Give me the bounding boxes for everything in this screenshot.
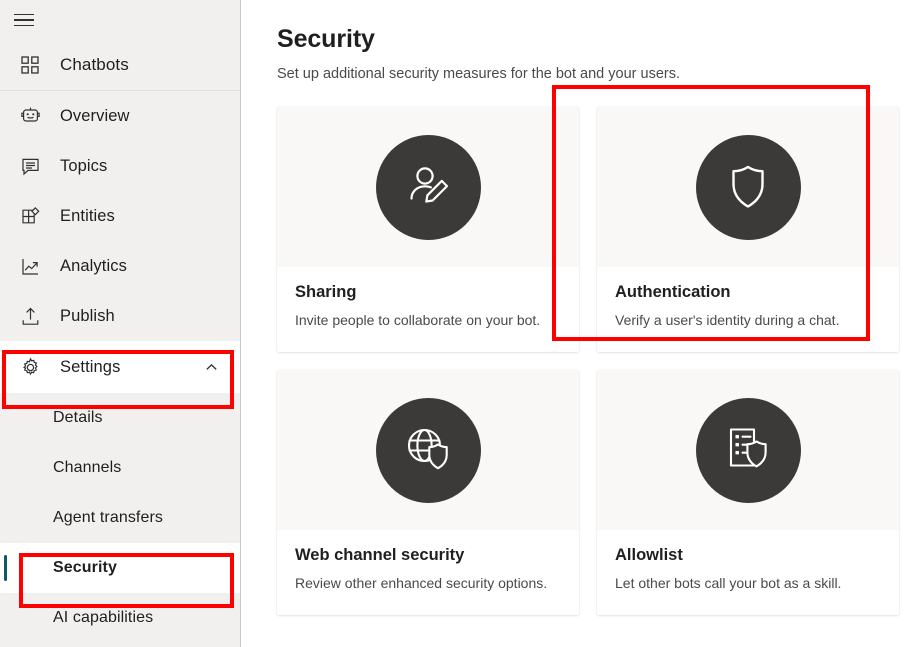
sidebar-item-settings[interactable]: Settings: [0, 341, 240, 393]
card-icon-circle: [696, 135, 801, 240]
app-window: Chatbots Overview: [0, 0, 911, 647]
menu-icon: [14, 10, 34, 31]
card-body: Sharing Invite people to collaborate on …: [277, 267, 579, 352]
card-icon-circle: [376, 135, 481, 240]
person-edit-icon: [400, 157, 456, 218]
sidebar-item-agent-transfers[interactable]: Agent transfers: [0, 493, 240, 543]
card-description: Let other bots call your bot as a skill.: [615, 573, 881, 593]
sidebar-item-ai-capabilities[interactable]: AI capabilities: [0, 593, 240, 643]
card-icon-circle: [696, 398, 801, 503]
sidebar-item-label: Analytics: [60, 257, 127, 276]
hamburger-menu-button[interactable]: [0, 0, 48, 40]
sidebar-item-overview[interactable]: Overview: [0, 91, 240, 141]
card-description: Verify a user's identity during a chat.: [615, 310, 881, 330]
card-allowlist[interactable]: Allowlist Let other bots call your bot a…: [597, 370, 899, 615]
publish-upload-icon: [16, 302, 44, 330]
page-title: Security: [277, 24, 911, 54]
bot-icon: [16, 102, 44, 130]
shield-icon: [721, 158, 775, 217]
sidebar-item-label: Publish: [60, 307, 115, 326]
card-title: Web channel security: [295, 544, 561, 566]
page-subtitle: Set up additional security measures for …: [277, 64, 911, 84]
sidebar: Chatbots Overview: [0, 0, 241, 647]
sidebar-item-details[interactable]: Details: [0, 393, 240, 443]
card-title: Authentication: [615, 281, 881, 303]
card-body: Web channel security Review other enhanc…: [277, 530, 579, 615]
card-web-channel-security[interactable]: Web channel security Review other enhanc…: [277, 370, 579, 615]
analytics-chart-icon: [16, 252, 44, 280]
card-title: Sharing: [295, 281, 561, 303]
card-body: Allowlist Let other bots call your bot a…: [597, 530, 899, 615]
chevron-up-icon[interactable]: [204, 360, 218, 374]
selection-indicator: [4, 555, 7, 581]
sidebar-item-entities[interactable]: Entities: [0, 191, 240, 241]
apps-grid-icon: [16, 51, 44, 79]
card-body: Authentication Verify a user's identity …: [597, 267, 899, 352]
sidebar-item-label: Chatbots: [60, 55, 129, 75]
list-shield-icon: [720, 420, 776, 481]
sidebar-subitem-label: Channels: [53, 459, 121, 477]
card-description: Review other enhanced security options.: [295, 573, 561, 593]
card-media: [597, 370, 899, 530]
sidebar-item-analytics[interactable]: Analytics: [0, 241, 240, 291]
sidebar-item-label: Settings: [60, 358, 120, 377]
gear-icon: [16, 353, 44, 381]
chat-bubble-icon: [16, 152, 44, 180]
sidebar-item-topics[interactable]: Topics: [0, 141, 240, 191]
card-sharing[interactable]: Sharing Invite people to collaborate on …: [277, 107, 579, 352]
card-description: Invite people to collaborate on your bot…: [295, 310, 561, 330]
card-icon-circle: [376, 398, 481, 503]
sidebar-item-label: Overview: [60, 107, 130, 126]
sidebar-item-publish[interactable]: Publish: [0, 291, 240, 341]
card-media: [597, 107, 899, 267]
sidebar-subitem-label: Security: [53, 559, 117, 577]
sidebar-item-channels[interactable]: Channels: [0, 443, 240, 493]
main-content: Security Set up additional security meas…: [241, 0, 911, 647]
sidebar-subitem-label: Details: [53, 409, 103, 427]
card-media: [277, 370, 579, 530]
sidebar-item-label: Topics: [60, 157, 107, 176]
entities-icon: [16, 202, 44, 230]
sidebar-item-security[interactable]: Security: [0, 543, 240, 593]
globe-shield-icon: [400, 420, 456, 481]
card-authentication[interactable]: Authentication Verify a user's identity …: [597, 107, 899, 352]
sidebar-item-chatbots[interactable]: Chatbots: [0, 40, 240, 90]
security-cards-grid: Sharing Invite people to collaborate on …: [277, 107, 899, 615]
sidebar-subitem-label: Agent transfers: [53, 509, 163, 527]
sidebar-item-label: Entities: [60, 207, 115, 226]
sidebar-subitem-label: AI capabilities: [53, 609, 153, 627]
card-media: [277, 107, 579, 267]
card-title: Allowlist: [615, 544, 881, 566]
